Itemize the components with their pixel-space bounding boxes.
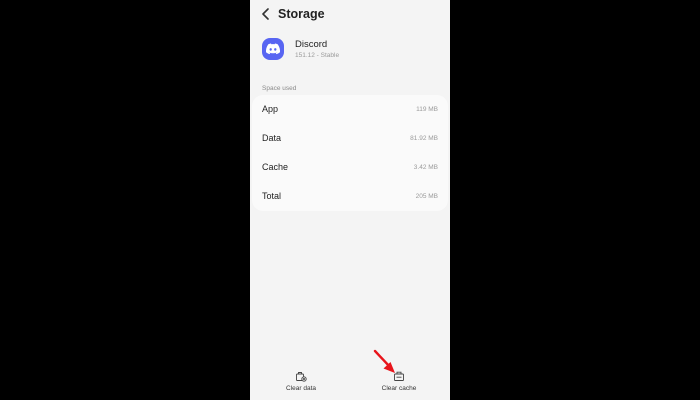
row-label: Total: [262, 191, 282, 201]
discord-icon: [262, 38, 284, 60]
storage-row-data: Data 81.92 MB: [252, 124, 448, 153]
back-button[interactable]: [258, 6, 274, 22]
red-arrow-annotation: [373, 349, 395, 373]
app-version: 151.12 - Stable: [295, 52, 340, 59]
row-value: 119 MB: [416, 106, 438, 113]
row-value: 3.42 MB: [413, 164, 438, 171]
clear-data-icon: [296, 372, 307, 382]
app-bar: Storage: [250, 0, 450, 30]
row-value: 205 MB: [415, 193, 438, 200]
section-label-space-used: Space used: [262, 85, 297, 92]
clear-data-button[interactable]: Clear data: [271, 370, 331, 396]
storage-row-total: Total 205 MB: [252, 182, 448, 211]
storage-row-app: App 119 MB: [252, 95, 448, 124]
clear-data-label: Clear data: [286, 385, 316, 392]
storage-row-cache: Cache 3.42 MB: [252, 153, 448, 182]
row-label: Cache: [262, 162, 289, 172]
clear-cache-label: Clear cache: [381, 385, 417, 392]
screenshot-stage: Storage Discord 151.12 - Stable Space us…: [0, 0, 700, 400]
back-arrow-icon: [262, 8, 269, 20]
app-info: Discord 151.12 - Stable: [250, 34, 450, 66]
app-name: Discord: [295, 39, 328, 50]
page-title: Storage: [278, 7, 325, 21]
storage-card: App 119 MB Data 81.92 MB Cache 3.42 MB T…: [252, 95, 448, 211]
phone-screen: Storage Discord 151.12 - Stable Space us…: [250, 0, 450, 400]
row-label: App: [262, 104, 279, 114]
row-value: 81.92 MB: [410, 135, 438, 142]
row-label: Data: [262, 133, 282, 143]
